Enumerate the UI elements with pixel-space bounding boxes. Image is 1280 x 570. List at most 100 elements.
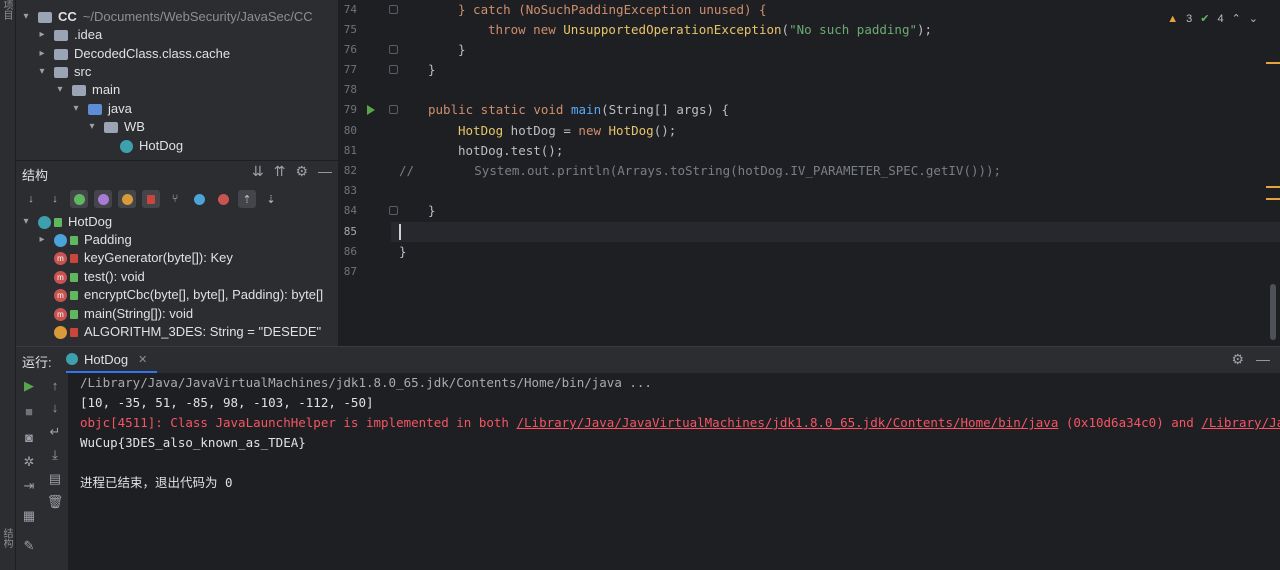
structure-member-label: Padding (84, 232, 132, 247)
tree-item-label: .idea (74, 27, 103, 42)
print-icon[interactable]: ▤ (45, 470, 65, 488)
pin-icon[interactable]: ✎ (19, 537, 39, 555)
chevron-up-icon[interactable]: ⌃ (1232, 12, 1241, 25)
tree-item-wb[interactable]: ▾ WB (86, 118, 144, 136)
autoscroll-to-source-icon[interactable]: ⇡ (238, 190, 256, 208)
exit-icon[interactable]: ⇥ (19, 477, 39, 495)
commented-code: System.out.println(Arrays.toString(hotDo… (474, 163, 1002, 178)
lambda-icon[interactable] (214, 190, 232, 208)
tree-item-java[interactable]: ▾ java (70, 100, 131, 118)
warning-icon: ▲ (1167, 12, 1179, 25)
project-tool-tab[interactable]: 项目 (0, 0, 14, 24)
chevron-right-icon[interactable]: ▸ (36, 26, 48, 44)
soft-wrap-icon[interactable]: ↵ (45, 423, 65, 441)
expand-all-icon[interactable]: ⇊ (252, 163, 264, 180)
chevron-down-icon[interactable]: ▾ (36, 63, 48, 81)
public-icon (70, 272, 78, 282)
chevron-down-icon[interactable]: ▾ (70, 100, 82, 118)
scroll-warning-marker[interactable] (1266, 198, 1280, 200)
console-output[interactable]: /Library/Java/JavaVirtualMachines/jdk1.8… (68, 373, 1280, 570)
tree-item-src[interactable]: ▾ src (36, 63, 91, 81)
error-path-link[interactable]: /Library/Java (1201, 415, 1280, 430)
structure-member[interactable]: m keyGenerator(byte[]): Key (54, 249, 233, 267)
structure-member-label: ALGORITHM_3DES: String = "DESEDE" (84, 324, 322, 339)
code-text: (); (653, 123, 677, 138)
structure-member[interactable]: m encryptCbc(byte[], byte[], Padding): b… (54, 286, 323, 304)
structure-member[interactable]: m test(): void (54, 268, 145, 286)
scroll-up-icon[interactable]: ↑ (45, 377, 65, 395)
line-number: 79 (343, 103, 357, 116)
code-text: } catch (NoSuchPaddingException unused) … (458, 2, 767, 17)
collapse-all-icon[interactable]: ⇈ (274, 163, 286, 180)
tree-item-idea[interactable]: ▸ .idea (36, 26, 102, 44)
fold-marker-icon[interactable] (389, 45, 398, 54)
code-line-81: hotDog.test(); (458, 143, 564, 158)
code-editor[interactable]: 74 75 76 77 78 79 80 81 82 83 84 85 86 8… (338, 0, 1280, 346)
fold-marker-icon[interactable] (389, 206, 398, 215)
fold-marker-icon[interactable] (389, 65, 398, 74)
code-line-75: throw new UnsupportedOperationException(… (488, 22, 933, 37)
layout-icon[interactable]: ▦ (19, 507, 39, 525)
structure-tool-tab[interactable]: 结构 (0, 528, 14, 558)
structure-member[interactable]: ALGORITHM_3DES: String = "DESEDE" (54, 323, 321, 341)
structure-member-label: test(): void (84, 269, 145, 284)
close-icon[interactable]: ✕ (138, 353, 147, 366)
line-number: 83 (343, 184, 357, 197)
chevron-down-icon[interactable]: ▾ (54, 81, 66, 99)
tree-item-label: main (92, 82, 121, 97)
project-tree: ▾ CC ~/Documents/WebSecurity/JavaSec/CC … (16, 0, 338, 158)
code-function: main (571, 102, 602, 117)
scroll-down-icon[interactable]: ↓ (45, 399, 65, 417)
tree-item-main[interactable]: ▾ main (54, 81, 120, 99)
code-line-84: } (428, 203, 436, 218)
run-tab-hotdog[interactable]: HotDog ✕ (66, 347, 158, 373)
minimize-icon[interactable]: — (1256, 351, 1270, 368)
code-text: hotDog = (503, 123, 579, 138)
scroll-warning-marker[interactable] (1266, 62, 1280, 64)
chevron-right-icon[interactable]: ▸ (36, 231, 48, 249)
tree-root-cc[interactable]: ▾ CC ~/Documents/WebSecurity/JavaSec/CC (20, 8, 313, 26)
chevron-down-icon[interactable]: ▾ (86, 118, 98, 136)
structure-member[interactable]: m main(String[]): void (54, 305, 193, 323)
chevron-right-icon[interactable]: ▸ (36, 45, 48, 63)
chevron-down-icon[interactable]: ▾ (20, 213, 32, 231)
show-inherited-icon[interactable] (70, 190, 88, 208)
minimize-icon[interactable]: — (318, 163, 332, 180)
run-side-toolbar: ▶ ↑ ■ ↓ ◙ ↵ ✲ ⤓ ⇥ ▤ 🗑 ▦ ✎ (16, 373, 68, 570)
fold-marker-icon[interactable] (389, 105, 398, 114)
show-properties-icon[interactable] (94, 190, 112, 208)
gear-icon[interactable]: ⚙ (295, 163, 308, 180)
error-path-link[interactable]: /Library/Java/JavaVirtualMachines/jdk1.8… (517, 415, 1059, 430)
scroll-warning-marker[interactable] (1266, 186, 1280, 188)
show-fields-icon[interactable] (118, 190, 136, 208)
structure-panel: 结构 ⇊ ⇈ ⚙ — ↓ ↓ ⑂ ⇡ ⇣ ▾ HotDog ▸ Padding … (16, 160, 338, 346)
debug-icon[interactable]: ✲ (19, 453, 39, 471)
tree-item-hotdog[interactable]: HotDog (120, 137, 183, 155)
console-line-exit: 进程已结束，退出代码为 0 (80, 475, 233, 490)
chevron-down-icon[interactable]: ⌄ (1249, 12, 1258, 25)
code-class: HotDog (458, 123, 504, 138)
run-gutter-icon[interactable] (367, 105, 375, 115)
root-folder-path: ~/Documents/WebSecurity/JavaSec/CC (82, 9, 313, 24)
fold-marker-icon[interactable] (389, 5, 398, 14)
structure-member[interactable]: ▸ Padding (36, 231, 132, 249)
autoscroll-from-source-icon[interactable]: ⇣ (262, 190, 280, 208)
editor-scrollbar[interactable] (1270, 284, 1276, 340)
trash-icon[interactable]: 🗑 (45, 493, 65, 511)
sort-by-visibility-icon[interactable]: ↓ (22, 190, 40, 208)
show-anonymous-icon[interactable] (190, 190, 208, 208)
camera-icon[interactable]: ◙ (19, 429, 39, 447)
rerun-icon[interactable]: ▶ (19, 377, 39, 395)
show-non-public-icon[interactable] (142, 190, 160, 208)
gear-icon[interactable]: ⚙ (1231, 351, 1244, 368)
check-icon: ✔ (1200, 13, 1210, 25)
chevron-down-icon[interactable]: ▾ (20, 8, 32, 26)
tree-item-cache[interactable]: ▸ DecodedClass.class.cache (36, 45, 230, 63)
sort-alphabetically-icon[interactable]: ↓ (46, 190, 64, 208)
scroll-to-end-icon[interactable]: ⤓ (45, 446, 65, 464)
method-icon: m (54, 251, 67, 265)
stop-icon[interactable]: ■ (19, 403, 39, 421)
show-lambdas-icon[interactable]: ⑂ (166, 190, 184, 208)
inspection-badges[interactable]: ▲ 3 ✔ 4 ⌃ ⌄ (1167, 12, 1258, 26)
structure-root[interactable]: ▾ HotDog (20, 213, 112, 231)
